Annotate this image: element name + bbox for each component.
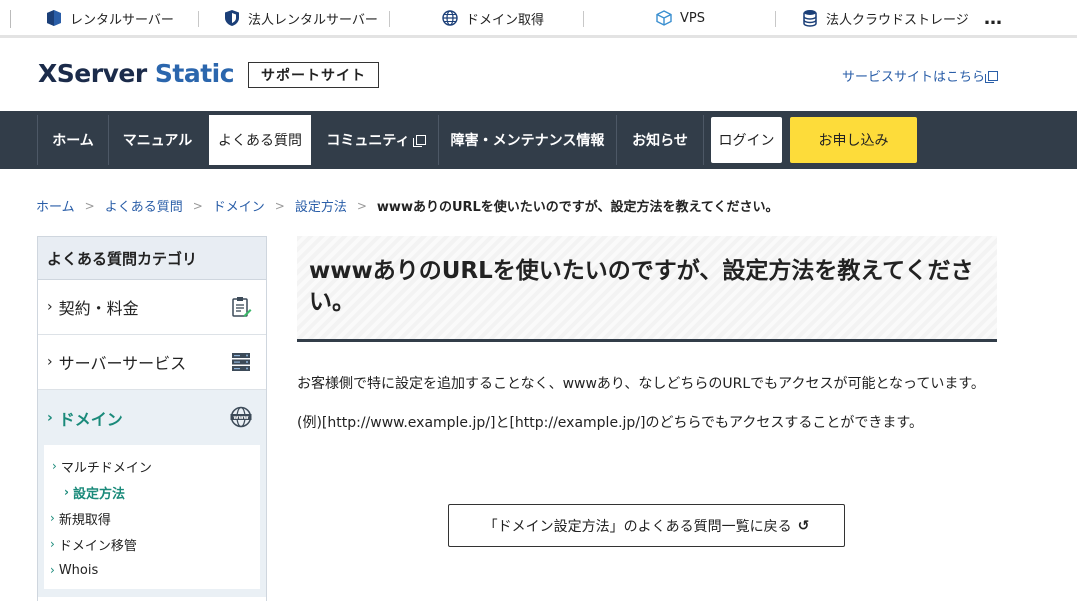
question-title-box: wwwありのURLを使いたいのですが、設定方法を教えてください。 xyxy=(297,236,997,342)
service-site-link[interactable]: サービスサイトはこちら xyxy=(842,66,999,85)
sidebar-link-new-registration[interactable]: › 新規取得 xyxy=(50,505,260,531)
breadcrumb-faq[interactable]: よくある質問 xyxy=(105,196,183,215)
breadcrumb-domain[interactable]: ドメイン xyxy=(213,196,265,215)
divider xyxy=(703,115,704,165)
sidebar-link-label: ドメイン移管 xyxy=(58,538,137,554)
breadcrumb: ホーム > よくある質問 > ドメイン > 設定方法 > wwwありのURLを使… xyxy=(36,196,779,216)
back-to-list-label: 「ドメイン設定方法」のよくある質問一覧に戻る xyxy=(483,518,792,535)
sidebar-link-multi-domain[interactable]: › マルチドメイン xyxy=(50,453,260,479)
divider xyxy=(389,11,390,27)
chevron-right-icon: › xyxy=(50,563,55,577)
logo-x: X xyxy=(38,59,57,88)
cube-icon xyxy=(656,10,672,26)
www-globe-icon: www xyxy=(230,406,252,428)
breadcrumb-home[interactable]: ホーム xyxy=(36,196,75,215)
breadcrumb-settings[interactable]: 設定方法 xyxy=(295,196,347,215)
site-header: XServer Static サポートサイト サービスサイトはこちら xyxy=(0,40,1077,111)
faq-category-sidebar: よくある質問カテゴリ › 契約・料金 › サーバーサービス › ドメイン www… xyxy=(37,236,267,601)
chevron-right-icon: › xyxy=(50,511,55,525)
product-topbar: レンタルサーバー 法人レンタルサーバー ドメイン取得 VPS 法人クラウドストレ… xyxy=(0,0,1077,38)
answer-body: お客様側で特に設定を追加することなく、wwwあり、なしどちらのURLでもアクセス… xyxy=(297,372,997,450)
support-site-badge: サポートサイト xyxy=(248,62,379,88)
divider xyxy=(198,11,199,27)
divider xyxy=(583,11,584,27)
sidebar-link-settings[interactable]: › 設定方法 xyxy=(50,479,260,505)
global-nav: ホーム マニュアル よくある質問 コミュニティ 障害・メンテナンス情報 お知らせ… xyxy=(0,111,1077,169)
chevron-right-icon: › xyxy=(47,299,53,315)
chevron-right-icon: › xyxy=(47,354,53,370)
apply-button[interactable]: お申し込み xyxy=(790,117,917,163)
nav-manual[interactable]: マニュアル xyxy=(109,115,206,165)
svg-text:www: www xyxy=(233,415,248,421)
sidebar-link-label: マルチドメイン xyxy=(60,460,152,476)
topbar-item-vps[interactable]: VPS xyxy=(656,0,705,36)
sidebar-link-whois[interactable]: › Whois xyxy=(50,557,260,583)
external-link-icon xyxy=(985,70,999,83)
sidebar-link-label: 新規取得 xyxy=(58,512,111,528)
server-rack-icon xyxy=(232,353,250,371)
topbar-item-label: レンタルサーバー xyxy=(70,12,174,28)
database-icon xyxy=(803,10,817,27)
login-button[interactable]: ログイン xyxy=(711,117,782,163)
topbar-item-domain[interactable]: ドメイン取得 xyxy=(442,0,544,36)
chevron-right-icon: > xyxy=(84,198,95,213)
sidebar-heading: よくある質問カテゴリ xyxy=(38,237,266,280)
chevron-right-icon: > xyxy=(356,198,367,213)
topbar-item-label: 法人レンタルサーバー xyxy=(248,12,378,28)
sidebar-link-domain-transfer[interactable]: › ドメイン移管 xyxy=(50,531,260,557)
service-site-link-label: サービスサイトはこちら xyxy=(842,70,986,85)
sidebar-item-label: 契約・料金 xyxy=(58,299,139,318)
logo-static: Static xyxy=(154,59,235,88)
sidebar-link-label: 設定方法 xyxy=(72,486,125,502)
chevron-right-icon: > xyxy=(192,198,203,213)
topbar-item-label: 法人クラウドストレージ xyxy=(826,12,969,28)
rental-server-icon xyxy=(47,10,61,26)
shield-icon xyxy=(225,10,239,26)
external-link-icon xyxy=(412,135,426,147)
sidebar-item-label: サーバーサービス xyxy=(58,354,187,373)
topbar-item-business-server[interactable]: 法人レンタルサーバー xyxy=(224,0,378,36)
nav-faq[interactable]: よくある質問 xyxy=(209,115,311,165)
return-arrow-icon: ↺ xyxy=(797,517,810,534)
sidebar-item-domain[interactable]: › ドメイン www xyxy=(38,390,266,445)
chevron-right-icon: › xyxy=(52,459,57,473)
divider xyxy=(775,11,776,27)
globe-icon xyxy=(442,10,458,26)
chevron-right-icon: › xyxy=(50,537,55,551)
answer-paragraph: お客様側で特に設定を追加することなく、wwwあり、なしどちらのURLでもアクセス… xyxy=(297,376,985,392)
topbar-item-cloud-storage[interactable]: 法人クラウドストレージ xyxy=(802,0,969,36)
back-to-list-button[interactable]: 「ドメイン設定方法」のよくある質問一覧に戻る ↺ xyxy=(448,504,845,547)
divider xyxy=(10,10,11,28)
question-title: wwwありのURLを使いたいのですが、設定方法を教えてください。 xyxy=(309,258,974,315)
topbar-item-label: VPS xyxy=(680,10,705,26)
chevron-right-icon: › xyxy=(64,485,69,499)
topbar-item-label: ドメイン取得 xyxy=(466,12,545,28)
sidebar-item-server[interactable]: › サーバーサービス xyxy=(38,335,266,390)
more-menu-icon[interactable]: … xyxy=(984,8,1003,29)
sidebar-link-label: Whois xyxy=(58,562,99,578)
sidebar-subcategory-panel: › マルチドメイン › 設定方法 › 新規取得 › ドメイン移管 › Whois xyxy=(38,445,266,597)
sidebar-item-label: ドメイン xyxy=(58,409,123,429)
breadcrumb-current: wwwありのURLを使いたいのですが、設定方法を教えてください。 xyxy=(376,200,779,215)
nav-community-label: コミュニティ xyxy=(326,133,410,149)
topbar-item-rental-server[interactable]: レンタルサーバー xyxy=(46,0,174,36)
nav-community[interactable]: コミュニティ xyxy=(314,115,438,165)
clipboard-icon xyxy=(232,297,252,317)
nav-home[interactable]: ホーム xyxy=(38,115,108,165)
nav-news[interactable]: お知らせ xyxy=(617,115,703,165)
xserver-static-logo[interactable]: XServer Static xyxy=(38,59,235,88)
sidebar-item-contract[interactable]: › 契約・料金 xyxy=(38,280,266,335)
chevron-right-icon: › xyxy=(47,409,53,426)
logo-server: Server xyxy=(56,59,147,88)
nav-maintenance[interactable]: 障害・メンテナンス情報 xyxy=(439,115,616,165)
answer-paragraph: (例)[http://www.example.jp/]と[http://exam… xyxy=(297,415,923,431)
chevron-right-icon: > xyxy=(274,198,285,213)
